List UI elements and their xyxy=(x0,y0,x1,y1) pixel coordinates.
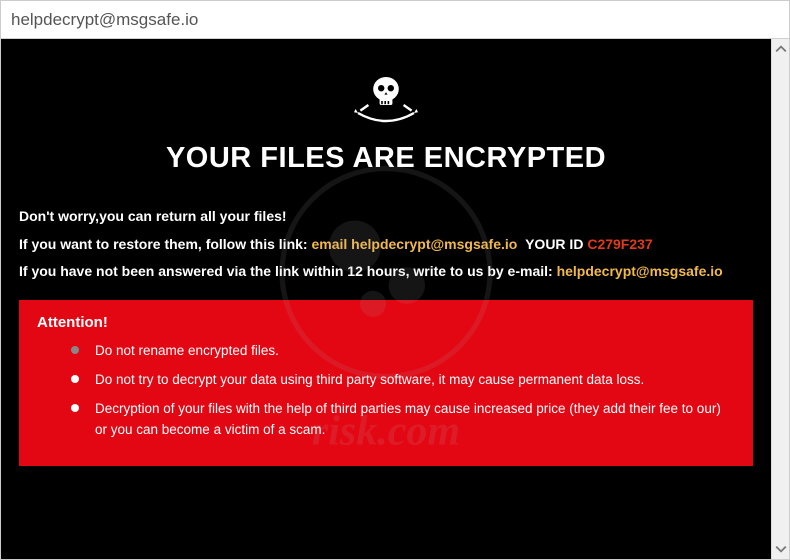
vertical-scrollbar[interactable] xyxy=(771,39,789,559)
attention-title: Attention! xyxy=(37,314,735,331)
skull-logo xyxy=(19,67,753,132)
l2-email: helpdecrypt@msgsafe.io xyxy=(351,236,517,252)
l2-email-label: email xyxy=(311,236,347,252)
application-window: helpdecrypt@msgsafe.io risk.com xyxy=(0,0,790,560)
l3-email: helpdecrypt@msgsafe.io xyxy=(557,263,723,279)
attention-item: Do not try to decrypt your data using th… xyxy=(75,370,735,391)
l3-prefix: If you have not been answered via the li… xyxy=(19,263,553,279)
intro-line-3: If you have not been answered via the li… xyxy=(19,262,753,282)
l2-id-label: YOUR ID xyxy=(525,236,583,252)
attention-list: Do not rename encrypted files. Do not tr… xyxy=(37,341,735,441)
scroll-up-icon[interactable] xyxy=(775,43,787,55)
viewport: risk.com YOUR FILES ARE ENCRYPTE xyxy=(1,39,789,559)
skull-swords-icon xyxy=(346,67,426,127)
attention-box: Attention! Do not rename encrypted files… xyxy=(19,300,753,467)
main-title: YOUR FILES ARE ENCRYPTED xyxy=(19,142,753,175)
intro-line-1: Don't worry,you can return all your file… xyxy=(19,207,753,227)
l2-id-value: C279F237 xyxy=(587,236,652,252)
attention-item: Do not rename encrypted files. xyxy=(75,341,735,362)
content-area: risk.com YOUR FILES ARE ENCRYPTE xyxy=(1,39,771,559)
attention-item: Decryption of your files with the help o… xyxy=(75,399,735,441)
scroll-down-icon[interactable] xyxy=(775,543,787,555)
l2-prefix: If you want to restore them, follow this… xyxy=(19,236,308,252)
window-title: helpdecrypt@msgsafe.io xyxy=(11,10,198,30)
intro-line-2: If you want to restore them, follow this… xyxy=(19,235,753,255)
titlebar: helpdecrypt@msgsafe.io xyxy=(1,1,789,39)
